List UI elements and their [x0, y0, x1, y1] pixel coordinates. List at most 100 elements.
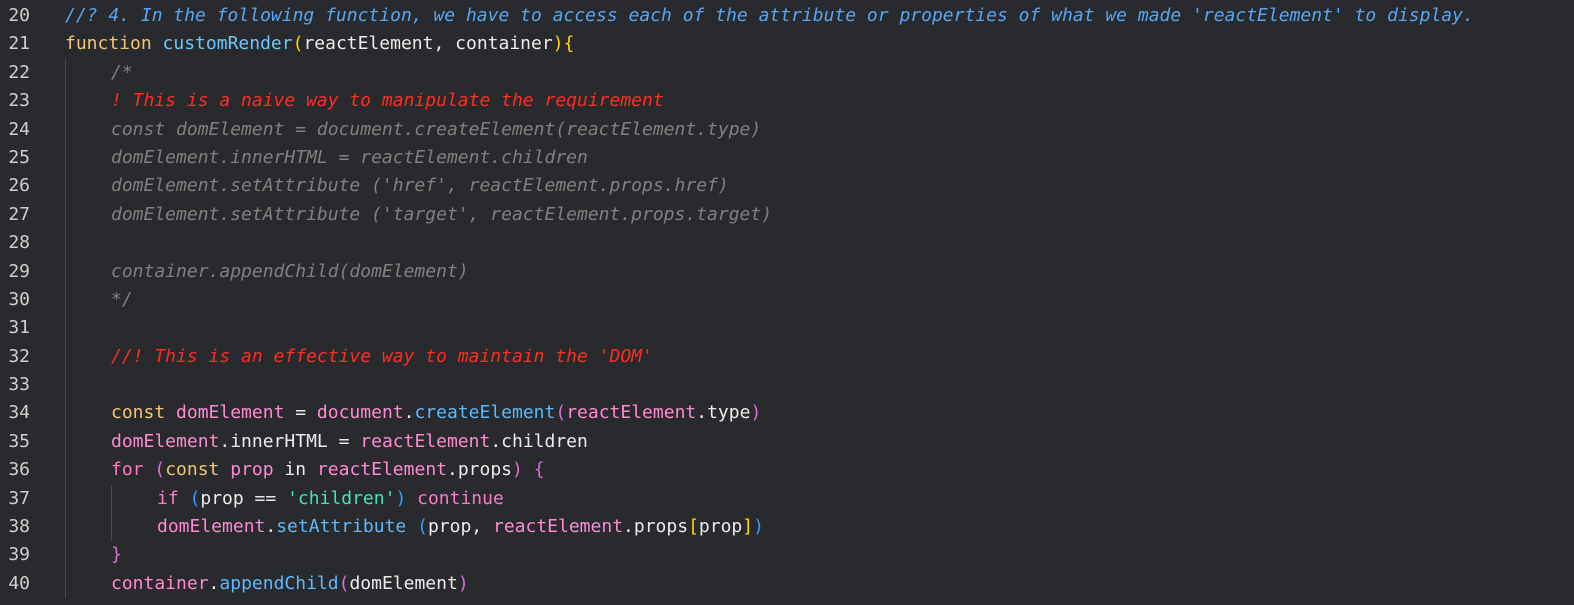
- line-number: 27: [8, 203, 30, 225]
- indent-guide: [111, 513, 112, 542]
- code-token: reactElement: [566, 402, 697, 424]
- indent-guide: [65, 456, 66, 485]
- indent-guide: [65, 342, 66, 372]
- code-token: .type: [696, 402, 751, 424]
- code-line[interactable]: 40 container.appendChild(domElement): [0, 569, 1574, 599]
- code-token: function: [65, 33, 163, 55]
- indent-guide: [111, 484, 112, 514]
- code-token: if: [157, 487, 190, 509]
- code-token: appendChild: [219, 572, 339, 594]
- code-text: //? 4. In the following function, we hav…: [65, 2, 1474, 30]
- code-token: .: [265, 516, 277, 538]
- code-line[interactable]: 37 if (prop == 'children') continue: [0, 484, 1574, 514]
- code-line[interactable]: 20 //? 4. In the following function, we h…: [0, 2, 1574, 30]
- code-line[interactable]: 27 domElement.setAttribute ('target', rea…: [0, 200, 1574, 230]
- code-token: }: [111, 544, 122, 566]
- code-text: if (prop == 'children') continue: [157, 485, 504, 513]
- code-token: prop: [698, 516, 743, 538]
- code-token: ): [750, 402, 762, 424]
- line-number: 35: [8, 430, 30, 452]
- indent-guide: [65, 513, 66, 542]
- indent-guide: [65, 569, 66, 599]
- code-text: */: [111, 286, 133, 314]
- code-token: //? 4. In the following function, we hav…: [65, 5, 1474, 26]
- line-number: 22: [8, 61, 30, 83]
- indent-guide: [65, 257, 66, 286]
- line-number: 37: [8, 487, 30, 509]
- code-text: for (const prop in reactElement.props) {: [111, 456, 545, 484]
- code-line[interactable]: 25 domElement.innerHTML = reactElement.ch…: [0, 143, 1574, 173]
- code-editor[interactable]: 20 //? 4. In the following function, we h…: [0, 0, 1574, 605]
- code-token: prop: [230, 459, 274, 481]
- code-token: .props: [623, 516, 689, 538]
- code-token: domElement.setAttribute ('target', react…: [111, 203, 773, 225]
- code-token: prop,: [427, 516, 493, 538]
- code-line[interactable]: 22 /*: [0, 58, 1574, 88]
- code-token: .: [403, 402, 415, 424]
- code-token: [: [688, 516, 699, 538]
- code-token: */: [111, 288, 133, 310]
- code-line[interactable]: 33: [0, 371, 1574, 400]
- line-number: 40: [8, 572, 30, 594]
- code-token: domElement.innerHTML = reactElement.chil…: [111, 146, 588, 168]
- line-number: 31: [8, 317, 30, 339]
- code-text: domElement.setAttribute ('href', reactEl…: [111, 172, 729, 200]
- indent-guide: [65, 484, 66, 514]
- code-line[interactable]: 39}: [0, 541, 1574, 570]
- code-token: reactElement: [316, 459, 447, 481]
- code-token: domElement: [349, 572, 458, 594]
- indent-guide: [65, 314, 66, 343]
- code-token: in: [273, 459, 317, 481]
- code-line[interactable]: 31: [0, 314, 1574, 343]
- line-number: 38: [8, 516, 30, 538]
- code-text: //! This is an effective way to maintain…: [111, 343, 653, 371]
- code-token: reactElement: [492, 516, 624, 538]
- code-token: domElement.setAttribute ('href', reactEl…: [111, 175, 729, 197]
- code-line[interactable]: 34 const domElement = document.createElem…: [0, 399, 1574, 428]
- indent-guide: [65, 115, 66, 144]
- line-number: 25: [8, 146, 30, 168]
- code-line[interactable]: 26 domElement.setAttribute ('href', react…: [0, 172, 1574, 201]
- code-token: {: [563, 33, 575, 55]
- code-text: container.appendChild(domElement): [111, 570, 469, 598]
- code-token: document: [316, 402, 404, 424]
- code-token: const domElement = document.createElemen…: [111, 118, 762, 140]
- code-token: for: [111, 459, 155, 481]
- code-token: customRender: [162, 33, 293, 55]
- code-line[interactable]: 38 domElement.setAttribute (prop, reactEl…: [0, 513, 1574, 542]
- code-token: domElement: [176, 402, 285, 424]
- line-number: 20: [8, 5, 30, 26]
- code-text: const domElement = document.createElemen…: [111, 116, 761, 144]
- code-line[interactable]: 36 for (const prop in reactElement.props)…: [0, 456, 1574, 485]
- code-token: ! This is a naive way to manipulate the …: [111, 90, 664, 112]
- indent-guide: [65, 87, 66, 116]
- indent-guide: [65, 58, 66, 88]
- code-line[interactable]: 30 */: [0, 285, 1574, 315]
- line-number: 33: [8, 374, 30, 396]
- code-line[interactable]: 28: [0, 229, 1574, 258]
- code-token: .children: [490, 430, 588, 452]
- code-text: function customRender(reactElement, cont…: [65, 30, 574, 58]
- line-number: 23: [8, 90, 30, 112]
- line-number: 36: [8, 459, 30, 481]
- code-line[interactable]: 23 ! This is a naive way to manipulate th…: [0, 87, 1574, 116]
- line-number: 28: [8, 232, 30, 254]
- code-token: domElement: [157, 516, 266, 538]
- line-number: 29: [8, 260, 30, 282]
- code-token: setAttribute: [276, 516, 407, 538]
- code-text: /*: [111, 59, 133, 87]
- code-line[interactable]: 35 domElement.innerHTML = reactElement.ch…: [0, 427, 1574, 457]
- code-token: ]: [742, 516, 754, 538]
- code-token: ): [395, 487, 407, 509]
- code-token: ) {: [512, 459, 545, 481]
- line-number: 34: [8, 402, 30, 424]
- code-token: const: [165, 459, 231, 481]
- code-token: (: [555, 402, 567, 424]
- code-line[interactable]: 21 function customRender(reactElement, co…: [0, 30, 1574, 58]
- code-line[interactable]: 29 container.appendChild(domElement): [0, 257, 1574, 286]
- code-token: createElement: [414, 402, 556, 424]
- line-number: 32: [8, 345, 30, 367]
- code-line[interactable]: 24 const domElement = document.createElem…: [0, 115, 1574, 144]
- code-line[interactable]: 32 //! This is an effective way to mainta…: [0, 342, 1574, 372]
